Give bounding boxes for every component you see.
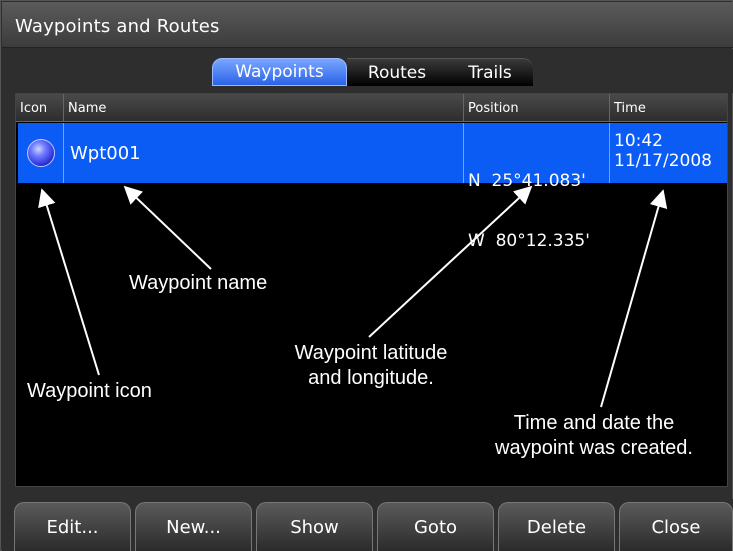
show-button[interactable]: Show <box>256 502 373 551</box>
waypoint-name: Wpt001 <box>64 123 464 183</box>
waypoint-orb-icon <box>26 139 55 167</box>
button-bar: Edit... New... Show Goto Delete Close <box>2 499 733 551</box>
goto-button[interactable]: Goto <box>377 502 494 551</box>
table-row[interactable]: Wpt001 N 25°41.083' W 80°12.335' 10:42 1… <box>18 123 727 251</box>
waypoint-longitude: W 80°12.335' <box>468 231 590 251</box>
tab-strip: Waypoints Routes Trails <box>2 49 733 93</box>
annotation-position: Waypoint latitude and longitude. <box>271 341 471 391</box>
header-name[interactable]: Name <box>64 94 464 122</box>
annotation-time-line1: Time and date the <box>513 412 675 434</box>
header-icon[interactable]: Icon <box>16 94 64 122</box>
new-button[interactable]: New... <box>135 502 252 551</box>
waypoint-date-value: 11/17/2008 <box>614 151 712 171</box>
tab-trails[interactable]: Trails <box>447 58 533 86</box>
waypoint-icon-cell <box>18 123 64 183</box>
header-position[interactable]: Position <box>464 94 610 122</box>
annotation-waypoint-name: Waypoint name <box>129 272 268 294</box>
edit-button[interactable]: Edit... <box>14 502 131 551</box>
waypoint-time: 10:42 11/17/2008 <box>610 123 727 183</box>
annotation-waypoint-icon: Waypoint icon <box>27 380 152 402</box>
window-title: Waypoints and Routes <box>15 16 220 37</box>
delete-button[interactable]: Delete <box>498 502 615 551</box>
waypoint-time-value: 10:42 <box>614 131 663 151</box>
table-header: Icon Name Position Time <box>16 94 727 122</box>
waypoints-window: Waypoints and Routes Waypoints Routes Tr… <box>0 0 733 551</box>
tab-routes[interactable]: Routes <box>347 58 447 86</box>
waypoint-latitude: N 25°41.083' <box>468 171 586 191</box>
tab-waypoints[interactable]: Waypoints <box>212 58 347 86</box>
annotation-position-line2: and longitude. <box>308 367 434 389</box>
annotation-time-line2: waypoint was created. <box>495 437 693 459</box>
header-time[interactable]: Time <box>610 94 727 122</box>
annotation-position-line1: Waypoint latitude <box>294 342 448 364</box>
annotation-time: Time and date the waypoint was created. <box>469 411 719 461</box>
waypoint-position: N 25°41.083' W 80°12.335' <box>464 123 610 251</box>
close-button[interactable]: Close <box>619 502 733 551</box>
title-bar: Waypoints and Routes <box>2 2 733 48</box>
